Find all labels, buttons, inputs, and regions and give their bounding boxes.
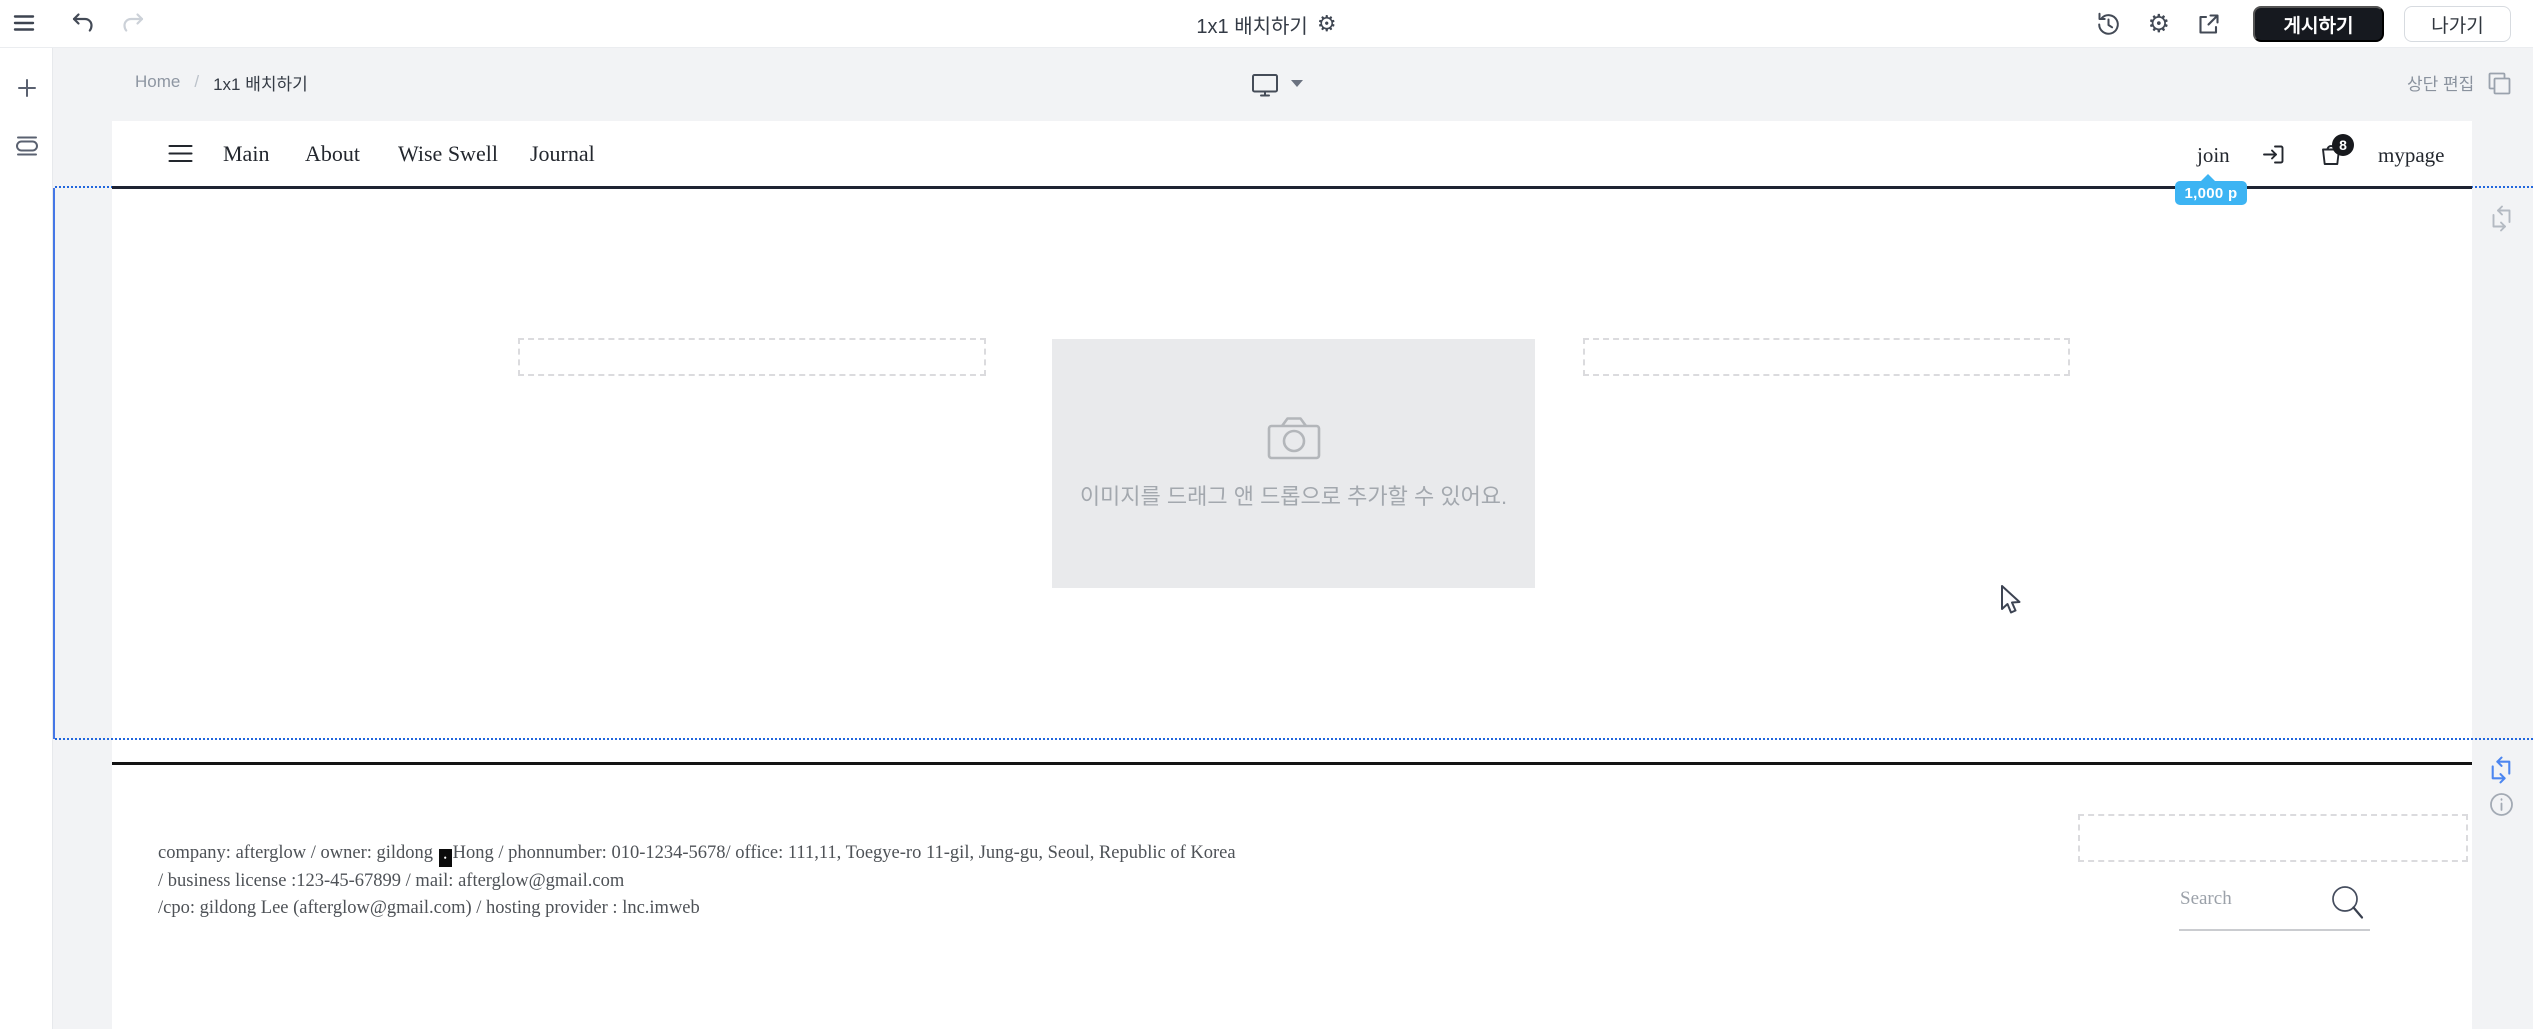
- section-guide-bottom: [55, 738, 2533, 740]
- page-settings-gear-icon[interactable]: ⚙: [1317, 11, 1337, 37]
- page-title-group: 1x1 배치하기 ⚙: [1196, 0, 1336, 48]
- camera-icon: [1265, 413, 1323, 461]
- empty-text-placeholder-right[interactable]: [1583, 338, 2070, 376]
- site-login-icon[interactable]: [2261, 142, 2286, 167]
- settings-gear-icon[interactable]: ⚙: [2148, 9, 2170, 39]
- add-section-icon[interactable]: [0, 68, 53, 108]
- breadcrumb: Home / 1x1 배치하기: [135, 72, 308, 94]
- site-join-link[interactable]: join: [2197, 143, 2230, 168]
- breadcrumb-separator: /: [194, 72, 200, 91]
- imweb-editor: 1x1 배치하기 ⚙ ⚙ 게시하기 나가기 Home / 1x1 배치하기 상단…: [0, 0, 2533, 1029]
- site-mypage-link[interactable]: mypage: [2378, 143, 2444, 168]
- site-menu-icon[interactable]: [168, 144, 193, 163]
- publish-button[interactable]: 게시하기: [2253, 6, 2384, 42]
- info-icon[interactable]: [2489, 792, 2514, 817]
- redo-icon[interactable]: [120, 11, 146, 37]
- site-footer-border: [112, 762, 2472, 765]
- site-nav-main[interactable]: Main: [223, 141, 269, 167]
- footer-line-1: company: afterglow / owner: gildong • Hon…: [158, 840, 1258, 868]
- empty-footer-placeholder[interactable]: [2078, 814, 2468, 862]
- open-external-icon[interactable]: [2196, 12, 2221, 37]
- history-icon[interactable]: [2095, 11, 2122, 38]
- breadcrumb-home[interactable]: Home: [135, 72, 180, 92]
- cart-badge: 8: [2332, 134, 2354, 156]
- edit-top-label[interactable]: 상단 편집: [2407, 72, 2474, 94]
- mouse-cursor: [1999, 585, 2029, 619]
- search-input[interactable]: [2180, 888, 2330, 910]
- undo-icon[interactable]: [70, 11, 96, 37]
- section-guide-left: [53, 188, 55, 739]
- sections-list-icon[interactable]: [0, 126, 53, 166]
- footer-line-2: / business license :123-45-67899 / mail:…: [158, 870, 625, 891]
- page-title: 1x1 배치하기: [1196, 15, 1308, 38]
- device-desktop-icon[interactable]: [1250, 72, 1280, 99]
- breadcrumb-current: 1x1 배치하기: [213, 74, 308, 94]
- footer-line-3: /cpo: gildong Lee (afterglow@gmail.com) …: [158, 898, 700, 918]
- site-footer-info[interactable]: company: afterglow / owner: gildong • Hon…: [158, 840, 1258, 923]
- editor-left-rail: [0, 48, 53, 1029]
- text-cursor-block: •: [438, 849, 452, 867]
- copy-pages-icon[interactable]: [2486, 70, 2513, 97]
- swap-footer-section-icon[interactable]: [2487, 756, 2515, 784]
- swap-section-icon[interactable]: [2488, 205, 2515, 232]
- site-nav-wise-swell[interactable]: Wise Swell: [398, 141, 498, 167]
- site-header-border: [112, 186, 2472, 189]
- device-dropdown-caret-icon[interactable]: [1291, 80, 1303, 93]
- points-tooltip: 1,000 p: [2175, 174, 2247, 205]
- site-nav-about[interactable]: About: [305, 141, 360, 167]
- search-icon[interactable]: [2330, 884, 2366, 926]
- empty-text-placeholder-left[interactable]: [518, 338, 986, 376]
- search-underline: [2179, 929, 2370, 931]
- exit-button[interactable]: 나가기: [2404, 6, 2511, 42]
- image-dropzone[interactable]: 이미지를 드래그 앤 드롭으로 추가할 수 있어요.: [1052, 339, 1535, 588]
- site-nav-journal[interactable]: Journal: [530, 141, 595, 167]
- editor-menu-icon[interactable]: [13, 14, 35, 32]
- dropzone-hint-text: 이미지를 드래그 앤 드롭으로 추가할 수 있어요.: [1079, 484, 1508, 509]
